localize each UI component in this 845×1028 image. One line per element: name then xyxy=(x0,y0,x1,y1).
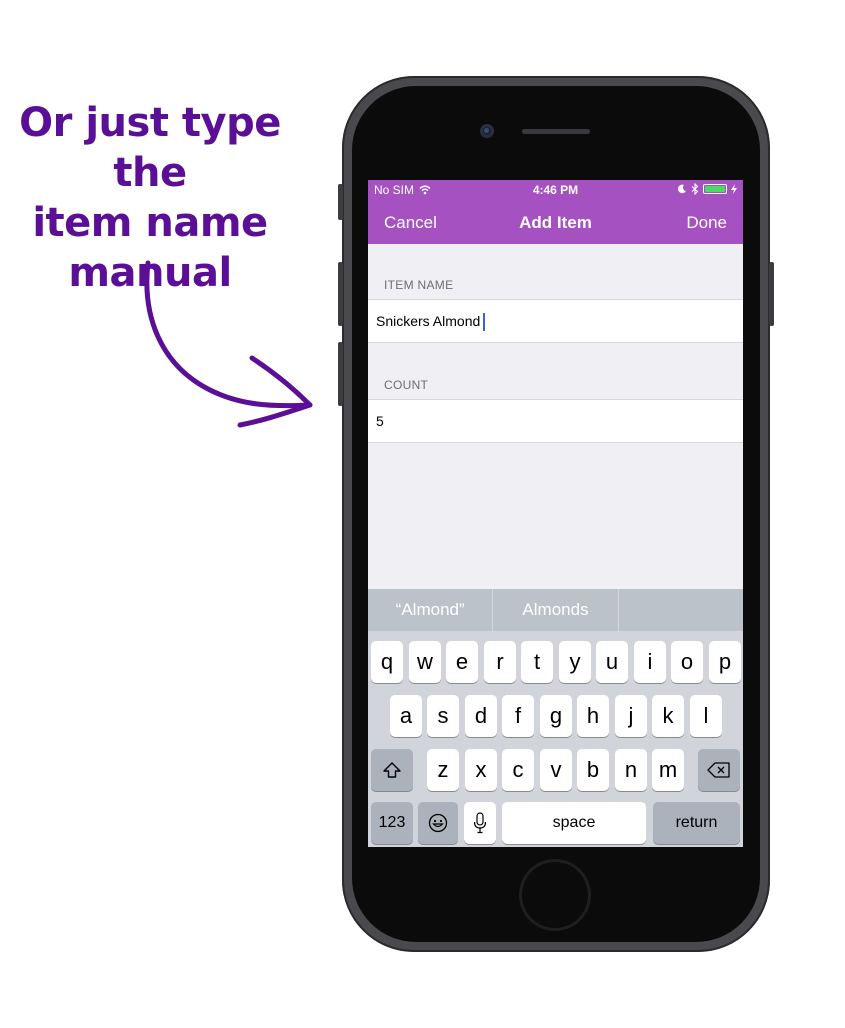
home-button[interactable] xyxy=(522,862,588,928)
shift-icon xyxy=(383,762,401,778)
key-c[interactable]: c xyxy=(502,749,534,791)
status-bar: No SIM 4:46 PM xyxy=(368,180,743,200)
phone-screen: No SIM 4:46 PM Cancel Add Item Done ITEM… xyxy=(368,180,743,847)
key-z[interactable]: z xyxy=(427,749,459,791)
caption-line-2: item name xyxy=(32,200,268,246)
curved-arrow-icon xyxy=(144,260,313,428)
done-button[interactable]: Done xyxy=(686,213,727,233)
key-s[interactable]: s xyxy=(427,695,459,737)
key-f[interactable]: f xyxy=(502,695,534,737)
key-o[interactable]: o xyxy=(671,641,703,683)
cancel-button[interactable]: Cancel xyxy=(384,213,437,233)
suggestion-bar: “Almond” Almonds xyxy=(368,589,743,631)
key-y[interactable]: y xyxy=(559,641,591,683)
suggestion-1[interactable]: “Almond” xyxy=(368,589,494,631)
key-x[interactable]: x xyxy=(465,749,497,791)
numbers-key[interactable]: 123 xyxy=(371,802,413,844)
battery-icon xyxy=(703,184,727,194)
volume-up-button xyxy=(338,262,343,326)
key-r[interactable]: r xyxy=(484,641,516,683)
mute-switch xyxy=(338,184,343,220)
emoji-key[interactable] xyxy=(418,802,458,844)
key-i[interactable]: i xyxy=(634,641,666,683)
key-n[interactable]: n xyxy=(615,749,647,791)
item-name-header: ITEM NAME xyxy=(384,278,454,292)
key-d[interactable]: d xyxy=(465,695,497,737)
power-button xyxy=(769,262,774,326)
key-u[interactable]: u xyxy=(596,641,628,683)
microphone-icon xyxy=(473,812,487,834)
moon-icon xyxy=(677,184,686,194)
key-q[interactable]: q xyxy=(371,641,403,683)
key-v[interactable]: v xyxy=(540,749,572,791)
key-b[interactable]: b xyxy=(577,749,609,791)
key-m[interactable]: m xyxy=(652,749,684,791)
key-h[interactable]: h xyxy=(577,695,609,737)
charging-icon xyxy=(731,184,737,194)
status-right xyxy=(677,183,737,195)
keyboard: “Almond” Almonds q w e r t y u i o p a s… xyxy=(368,589,743,847)
return-key[interactable]: return xyxy=(653,802,740,844)
emoji-icon xyxy=(428,813,448,833)
volume-down-button xyxy=(338,342,343,406)
count-field[interactable] xyxy=(376,400,736,442)
count-row xyxy=(368,399,743,443)
nav-bar: Cancel Add Item Done xyxy=(368,200,743,244)
item-name-row xyxy=(368,299,743,343)
text-cursor xyxy=(483,313,485,331)
key-g[interactable]: g xyxy=(540,695,572,737)
space-key[interactable]: space xyxy=(502,802,646,844)
key-t[interactable]: t xyxy=(521,641,553,683)
shift-key[interactable] xyxy=(371,749,413,791)
item-name-field[interactable] xyxy=(376,300,736,342)
delete-key[interactable] xyxy=(698,749,740,791)
key-l[interactable]: l xyxy=(690,695,722,737)
key-e[interactable]: e xyxy=(446,641,478,683)
bluetooth-icon xyxy=(691,183,699,195)
earpiece-speaker xyxy=(522,129,590,134)
front-camera xyxy=(480,124,494,138)
count-header: COUNT xyxy=(384,378,429,392)
key-a[interactable]: a xyxy=(390,695,422,737)
delete-icon xyxy=(707,762,730,778)
key-k[interactable]: k xyxy=(652,695,684,737)
caption-line-1: Or just type the xyxy=(19,100,281,196)
key-w[interactable]: w xyxy=(409,641,441,683)
suggestion-3[interactable] xyxy=(619,589,743,631)
suggestion-2[interactable]: Almonds xyxy=(493,589,619,631)
microphone-key[interactable] xyxy=(464,802,496,844)
key-j[interactable]: j xyxy=(615,695,647,737)
key-p[interactable]: p xyxy=(709,641,741,683)
